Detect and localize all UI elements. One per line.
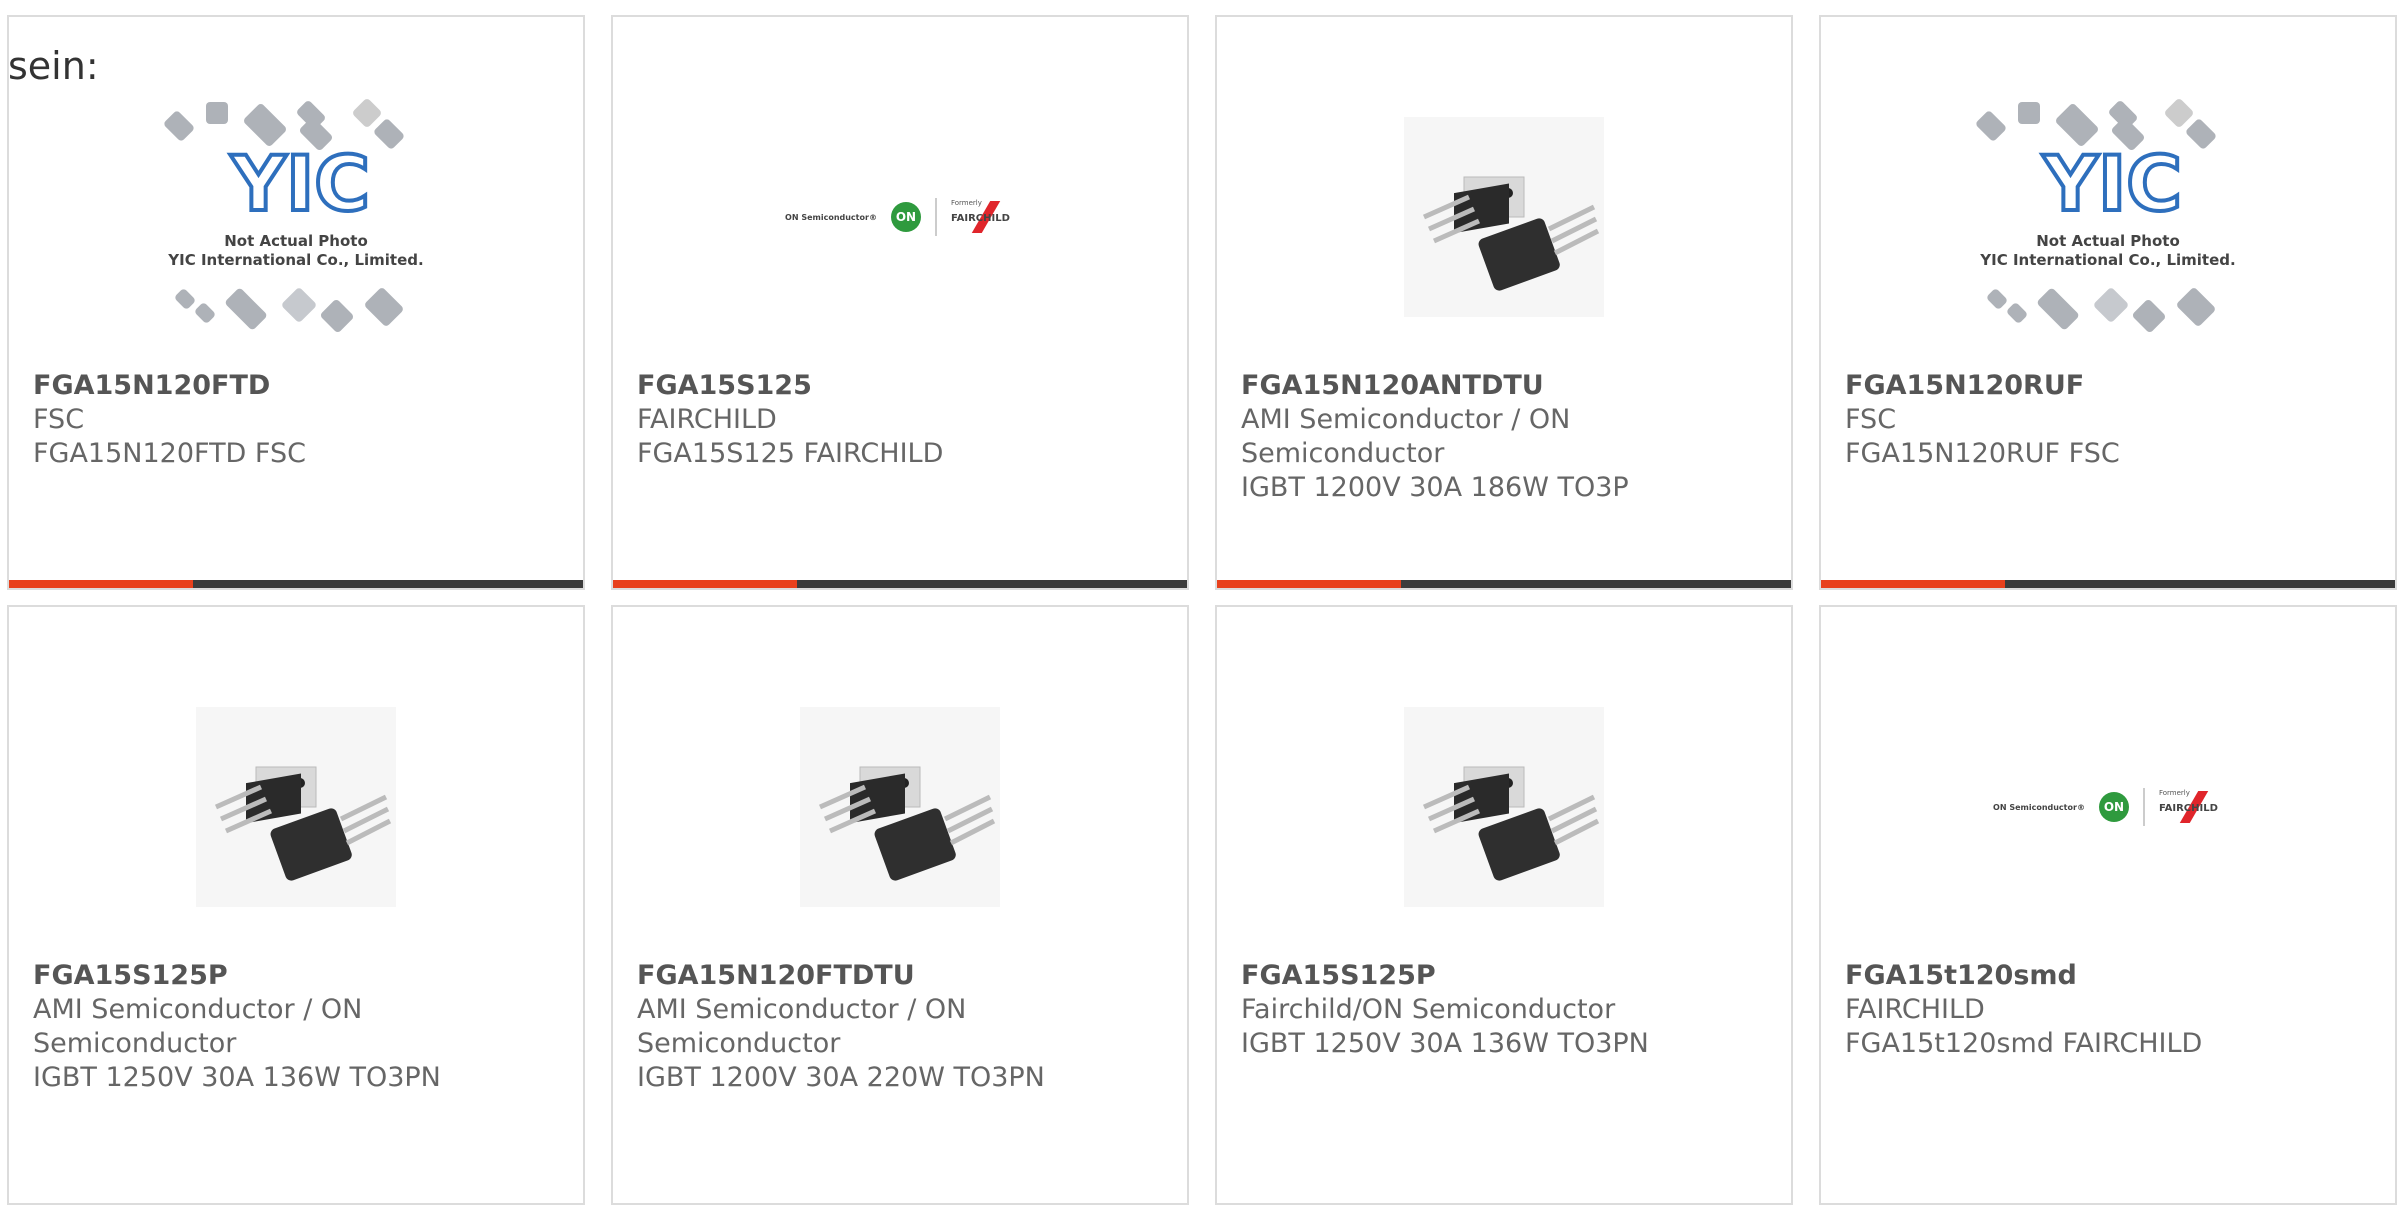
description: FGA15N120RUF FSC: [1845, 438, 2120, 469]
yic-placeholder-image: YIC Not Actual Photo YIC International C…: [1958, 92, 2258, 342]
product-card[interactable]: FGA15S125P AMI Semiconductor / ON Semico…: [7, 605, 585, 1205]
manufacturer: Fairchild/ON Semiconductor: [1241, 994, 1616, 1025]
manufacturer: FSC: [1845, 404, 1897, 435]
description: FGA15t120smd FAIRCHILD: [1845, 1028, 2203, 1059]
manufacturer: FAIRCHILD: [1845, 994, 1985, 1025]
part-number[interactable]: FGA15N120RUF: [1845, 369, 2375, 403]
yic-caption: Not Actual Photo YIC International Co., …: [168, 232, 424, 269]
part-number[interactable]: FGA15t120smd: [1845, 959, 2375, 993]
product-image[interactable]: YIC Not Actual Photo YIC International C…: [9, 77, 583, 357]
yic-logo: YIC: [229, 139, 372, 228]
card-accent-bar: [9, 580, 583, 588]
to3p-package-image: [800, 707, 1000, 907]
product-image[interactable]: [1217, 77, 1791, 357]
yic-placeholder-image: YIC Not Actual Photo YIC International C…: [146, 92, 446, 342]
to3p-package-image: [1404, 117, 1604, 317]
product-info: FGA15N120FTDTU AMI Semiconductor / ON Se…: [637, 959, 1167, 1095]
product-image[interactable]: ON Semiconductor® ON Formerly FAIRCHILD: [613, 77, 1187, 357]
part-number[interactable]: FGA15N120FTDTU: [637, 959, 1167, 993]
part-number[interactable]: FGA15N120FTD: [33, 369, 563, 403]
description: FGA15N120FTD FSC: [33, 438, 306, 469]
product-image[interactable]: [9, 667, 583, 947]
product-card[interactable]: FGA15N120FTDTU AMI Semiconductor / ON Se…: [611, 605, 1189, 1205]
part-number[interactable]: FGA15N120ANTDTU: [1241, 369, 1771, 403]
product-info: FGA15S125P AMI Semiconductor / ON Semico…: [33, 959, 563, 1095]
card-accent-bar: [1821, 580, 2395, 588]
to3p-package-image: [196, 707, 396, 907]
description: IGBT 1200V 30A 220W TO3PN: [637, 1062, 1045, 1093]
yic-logo: YIC: [2041, 139, 2184, 228]
product-info: FGA15N120RUF FSC FGA15N120RUF FSC: [1845, 369, 2375, 471]
description: FGA15S125 FAIRCHILD: [637, 438, 944, 469]
yic-caption: Not Actual Photo YIC International Co., …: [1980, 232, 2236, 269]
product-info: FGA15S125 FAIRCHILD FGA15S125 FAIRCHILD: [637, 369, 1167, 471]
part-number[interactable]: FGA15S125P: [33, 959, 563, 993]
product-image[interactable]: [613, 667, 1187, 947]
product-info: FGA15S125P Fairchild/ON Semiconductor IG…: [1241, 959, 1771, 1061]
product-info: FGA15t120smd FAIRCHILD FGA15t120smd FAIR…: [1845, 959, 2375, 1061]
product-image[interactable]: YIC Not Actual Photo YIC International C…: [1821, 77, 2395, 357]
product-info: FGA15N120ANTDTU AMI Semiconductor / ON S…: [1241, 369, 1771, 505]
product-card[interactable]: ON Semiconductor® ON Formerly FAIRCHILD F…: [611, 15, 1189, 590]
manufacturer: AMI Semiconductor / ON Semiconductor: [33, 994, 363, 1059]
product-image[interactable]: ON Semiconductor® ON Formerly FAIRCHILD: [1821, 667, 2395, 947]
description: IGBT 1200V 30A 186W TO3P: [1241, 472, 1629, 503]
product-card[interactable]: FGA15S125P Fairchild/ON Semiconductor IG…: [1215, 605, 1793, 1205]
manufacturer: FAIRCHILD: [637, 404, 777, 435]
product-card[interactable]: FGA15N120ANTDTU AMI Semiconductor / ON S…: [1215, 15, 1793, 590]
manufacturer: FSC: [33, 404, 85, 435]
on-fairchild-logo: ON Semiconductor® ON Formerly FAIRCHILD: [785, 198, 1015, 236]
card-accent-bar: [613, 580, 1187, 588]
product-card[interactable]: YIC Not Actual Photo YIC International C…: [7, 15, 585, 590]
on-fairchild-logo: ON Semiconductor® ON Formerly FAIRCHILD: [1993, 788, 2223, 826]
product-info: FGA15N120FTD FSC FGA15N120FTD FSC: [33, 369, 563, 471]
to3p-package-image: [1404, 707, 1604, 907]
part-number[interactable]: FGA15S125: [637, 369, 1167, 403]
card-accent-bar: [1217, 580, 1791, 588]
part-number[interactable]: FGA15S125P: [1241, 959, 1771, 993]
description: IGBT 1250V 30A 136W TO3PN: [1241, 1028, 1649, 1059]
product-card[interactable]: YIC Not Actual Photo YIC International C…: [1819, 15, 2397, 590]
manufacturer: AMI Semiconductor / ON Semiconductor: [1241, 404, 1571, 469]
manufacturer: AMI Semiconductor / ON Semiconductor: [637, 994, 967, 1059]
description: IGBT 1250V 30A 136W TO3PN: [33, 1062, 441, 1093]
product-image[interactable]: [1217, 667, 1791, 947]
product-card[interactable]: ON Semiconductor® ON Formerly FAIRCHILD F…: [1819, 605, 2397, 1205]
lead-text: sein:: [8, 44, 99, 88]
